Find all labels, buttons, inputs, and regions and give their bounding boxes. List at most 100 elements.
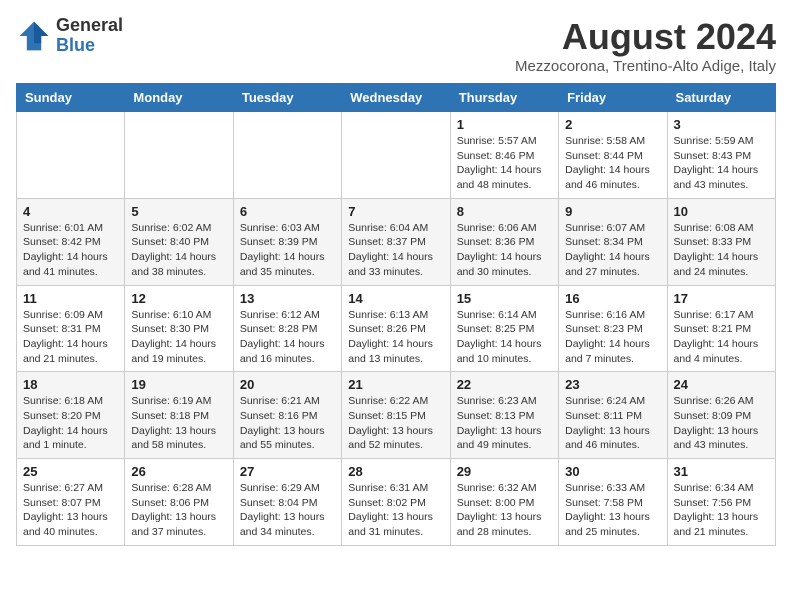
day-number: 31 (674, 464, 769, 479)
calendar-cell: 14Sunrise: 6:13 AM Sunset: 8:26 PM Dayli… (342, 285, 450, 372)
day-number: 1 (457, 117, 552, 132)
calendar-cell: 18 Sunrise: 6:18 AM Sunset: 8:20 PM Dayli… (17, 372, 125, 459)
calendar-cell: 19 Sunrise: 6:19 AM Sunset: 8:18 PM Dayli… (125, 372, 233, 459)
calendar-cell (233, 112, 341, 199)
day-number: 30 (565, 464, 660, 479)
day-number: 12 (131, 291, 226, 306)
calendar-table: SundayMondayTuesdayWednesdayThursdayFrid… (16, 83, 776, 546)
calendar-cell: 11 Sunrise: 6:09 AM Sunset: 8:31 PM Dayli… (17, 285, 125, 372)
calendar-body: 1 Sunrise: 5:57 AM Sunset: 8:46 PM Daylig… (17, 112, 776, 546)
calendar-cell: 20 Sunrise: 6:21 AM Sunset: 8:16 PM Dayli… (233, 372, 341, 459)
day-number: 28 (348, 464, 443, 479)
day-number: 29 (457, 464, 552, 479)
dow-header-sunday: Sunday (17, 84, 125, 112)
calendar-cell: 2 Sunrise: 5:58 AM Sunset: 8:44 PM Daylig… (559, 112, 667, 199)
calendar-cell: 30 Sunrise: 6:33 AM Sunset: 7:58 PM Dayli… (559, 459, 667, 546)
calendar-cell: 12 Sunrise: 6:10 AM Sunset: 8:30 PM Dayli… (125, 285, 233, 372)
day-info: Sunrise: 6:29 AM Sunset: 8:04 PM Dayligh… (240, 481, 335, 540)
day-number: 5 (131, 204, 226, 219)
day-info: Sunrise: 5:57 AM Sunset: 8:46 PM Dayligh… (457, 134, 552, 193)
day-number: 3 (674, 117, 769, 132)
day-info: Sunrise: 5:58 AM Sunset: 8:44 PM Dayligh… (565, 134, 660, 193)
day-number: 11 (23, 291, 118, 306)
day-number: 18 (23, 377, 118, 392)
day-number: 26 (131, 464, 226, 479)
day-number: 23 (565, 377, 660, 392)
logo-general: General (56, 16, 123, 36)
logo: General Blue (16, 16, 123, 56)
day-info: Sunrise: 6:06 AM Sunset: 8:36 PM Dayligh… (457, 221, 552, 280)
calendar-week-2: 4Sunrise: 6:01 AM Sunset: 8:42 PM Daylig… (17, 198, 776, 285)
calendar-week-4: 18 Sunrise: 6:18 AM Sunset: 8:20 PM Dayli… (17, 372, 776, 459)
day-info: Sunrise: 6:10 AM Sunset: 8:30 PM Dayligh… (131, 308, 226, 367)
calendar-cell: 3 Sunrise: 5:59 AM Sunset: 8:43 PM Daylig… (667, 112, 775, 199)
day-number: 16 (565, 291, 660, 306)
dow-header-saturday: Saturday (667, 84, 775, 112)
calendar-cell (342, 112, 450, 199)
day-number: 24 (674, 377, 769, 392)
day-number: 20 (240, 377, 335, 392)
day-info: Sunrise: 6:21 AM Sunset: 8:16 PM Dayligh… (240, 394, 335, 453)
dow-header-tuesday: Tuesday (233, 84, 341, 112)
calendar-cell: 31 Sunrise: 6:34 AM Sunset: 7:56 PM Dayli… (667, 459, 775, 546)
calendar-cell: 22 Sunrise: 6:23 AM Sunset: 8:13 PM Dayli… (450, 372, 558, 459)
calendar-cell: 26 Sunrise: 6:28 AM Sunset: 8:06 PM Dayli… (125, 459, 233, 546)
day-info: Sunrise: 6:33 AM Sunset: 7:58 PM Dayligh… (565, 481, 660, 540)
day-info: Sunrise: 6:08 AM Sunset: 8:33 PM Dayligh… (674, 221, 769, 280)
calendar-cell (17, 112, 125, 199)
calendar-cell: 24 Sunrise: 6:26 AM Sunset: 8:09 PM Dayli… (667, 372, 775, 459)
calendar-cell: 5Sunrise: 6:02 AM Sunset: 8:40 PM Daylig… (125, 198, 233, 285)
day-info: Sunrise: 6:13 AM Sunset: 8:26 PM Dayligh… (348, 308, 443, 367)
dow-header-monday: Monday (125, 84, 233, 112)
calendar-cell: 23Sunrise: 6:24 AM Sunset: 8:11 PM Dayli… (559, 372, 667, 459)
calendar-cell (125, 112, 233, 199)
day-info: Sunrise: 6:04 AM Sunset: 8:37 PM Dayligh… (348, 221, 443, 280)
title-block: August 2024 Mezzocorona, Trentino-Alto A… (515, 16, 776, 75)
logo-icon (16, 18, 52, 54)
day-number: 19 (131, 377, 226, 392)
day-info: Sunrise: 6:12 AM Sunset: 8:28 PM Dayligh… (240, 308, 335, 367)
day-info: Sunrise: 6:09 AM Sunset: 8:31 PM Dayligh… (23, 308, 118, 367)
day-info: Sunrise: 6:26 AM Sunset: 8:09 PM Dayligh… (674, 394, 769, 453)
calendar-cell: 6 Sunrise: 6:03 AM Sunset: 8:39 PM Daylig… (233, 198, 341, 285)
calendar-week-5: 25 Sunrise: 6:27 AM Sunset: 8:07 PM Dayli… (17, 459, 776, 546)
calendar-cell: 10 Sunrise: 6:08 AM Sunset: 8:33 PM Dayli… (667, 198, 775, 285)
day-number: 2 (565, 117, 660, 132)
day-info: Sunrise: 6:07 AM Sunset: 8:34 PM Dayligh… (565, 221, 660, 280)
day-info: Sunrise: 6:03 AM Sunset: 8:39 PM Dayligh… (240, 221, 335, 280)
day-info: Sunrise: 6:23 AM Sunset: 8:13 PM Dayligh… (457, 394, 552, 453)
day-number: 10 (674, 204, 769, 219)
day-number: 8 (457, 204, 552, 219)
calendar-cell: 13Sunrise: 6:12 AM Sunset: 8:28 PM Dayli… (233, 285, 341, 372)
day-number: 6 (240, 204, 335, 219)
day-info: Sunrise: 6:28 AM Sunset: 8:06 PM Dayligh… (131, 481, 226, 540)
calendar-cell: 27Sunrise: 6:29 AM Sunset: 8:04 PM Dayli… (233, 459, 341, 546)
days-of-week-row: SundayMondayTuesdayWednesdayThursdayFrid… (17, 84, 776, 112)
calendar-cell: 17 Sunrise: 6:17 AM Sunset: 8:21 PM Dayli… (667, 285, 775, 372)
day-number: 17 (674, 291, 769, 306)
calendar-cell: 1 Sunrise: 5:57 AM Sunset: 8:46 PM Daylig… (450, 112, 558, 199)
calendar-cell: 16 Sunrise: 6:16 AM Sunset: 8:23 PM Dayli… (559, 285, 667, 372)
day-number: 7 (348, 204, 443, 219)
page-header: General Blue August 2024 Mezzocorona, Tr… (16, 16, 776, 75)
calendar-cell: 21Sunrise: 6:22 AM Sunset: 8:15 PM Dayli… (342, 372, 450, 459)
day-info: Sunrise: 6:14 AM Sunset: 8:25 PM Dayligh… (457, 308, 552, 367)
calendar-cell: 4Sunrise: 6:01 AM Sunset: 8:42 PM Daylig… (17, 198, 125, 285)
day-info: Sunrise: 6:16 AM Sunset: 8:23 PM Dayligh… (565, 308, 660, 367)
calendar-cell: 9Sunrise: 6:07 AM Sunset: 8:34 PM Daylig… (559, 198, 667, 285)
day-info: Sunrise: 6:19 AM Sunset: 8:18 PM Dayligh… (131, 394, 226, 453)
calendar-week-3: 11 Sunrise: 6:09 AM Sunset: 8:31 PM Dayli… (17, 285, 776, 372)
day-info: Sunrise: 6:17 AM Sunset: 8:21 PM Dayligh… (674, 308, 769, 367)
day-info: Sunrise: 6:34 AM Sunset: 7:56 PM Dayligh… (674, 481, 769, 540)
dow-header-thursday: Thursday (450, 84, 558, 112)
day-number: 25 (23, 464, 118, 479)
day-info: Sunrise: 5:59 AM Sunset: 8:43 PM Dayligh… (674, 134, 769, 193)
calendar-cell: 29Sunrise: 6:32 AM Sunset: 8:00 PM Dayli… (450, 459, 558, 546)
calendar-cell: 25 Sunrise: 6:27 AM Sunset: 8:07 PM Dayli… (17, 459, 125, 546)
day-number: 22 (457, 377, 552, 392)
day-info: Sunrise: 6:18 AM Sunset: 8:20 PM Dayligh… (23, 394, 118, 453)
dow-header-friday: Friday (559, 84, 667, 112)
calendar-cell: 7 Sunrise: 6:04 AM Sunset: 8:37 PM Daylig… (342, 198, 450, 285)
day-info: Sunrise: 6:27 AM Sunset: 8:07 PM Dayligh… (23, 481, 118, 540)
calendar-cell: 15Sunrise: 6:14 AM Sunset: 8:25 PM Dayli… (450, 285, 558, 372)
